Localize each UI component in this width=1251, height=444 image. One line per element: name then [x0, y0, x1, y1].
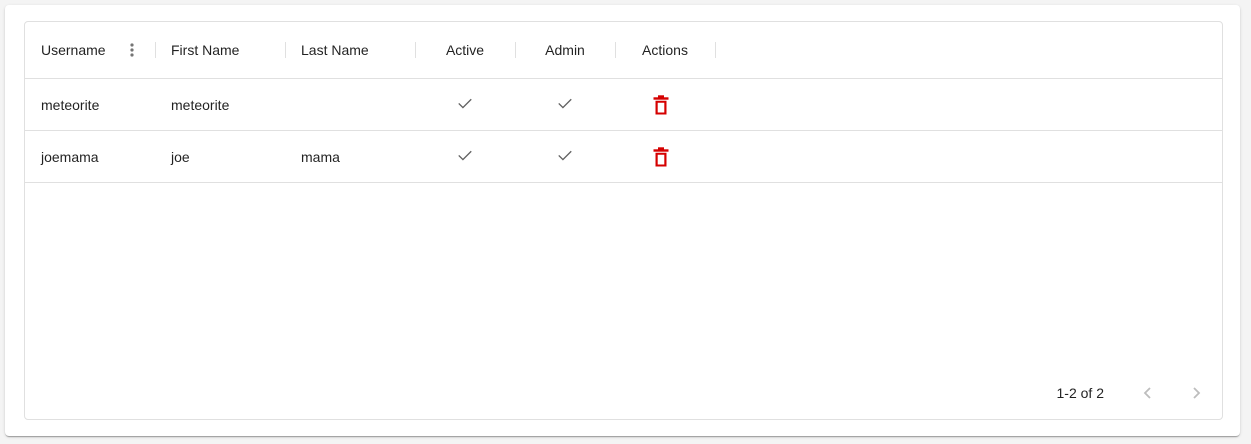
chevron-right-icon	[1188, 385, 1204, 401]
trash-icon	[653, 146, 669, 167]
column-header-actions[interactable]: Actions	[615, 22, 715, 78]
users-table-card: Username First Name Last Name Active Adm…	[5, 5, 1240, 436]
column-header-first-name[interactable]: First Name	[171, 22, 239, 78]
column-separator[interactable]	[715, 42, 716, 58]
next-page-button[interactable]	[1182, 379, 1210, 407]
cell-first-name: joe	[171, 148, 190, 165]
check-icon	[555, 145, 575, 168]
grid-header: Username First Name Last Name Active Adm…	[25, 22, 1222, 79]
previous-page-button[interactable]	[1134, 379, 1162, 407]
column-separator[interactable]	[285, 42, 286, 58]
cell-username: joemama	[41, 148, 99, 165]
cell-username: meteorite	[41, 96, 100, 113]
cell-admin	[515, 131, 615, 182]
pagination-range: 1-2 of 2	[1056, 385, 1104, 401]
cell-actions	[615, 131, 707, 182]
cell-first-name: meteorite	[171, 96, 230, 113]
more-vert-icon[interactable]	[127, 42, 137, 58]
column-header-active[interactable]: Active	[415, 22, 515, 78]
check-icon	[455, 145, 475, 168]
column-header-admin[interactable]: Admin	[515, 22, 615, 78]
cell-admin	[515, 79, 615, 130]
column-header-label: Last Name	[301, 42, 369, 58]
check-icon	[555, 93, 575, 116]
cell-last-name: mama	[301, 148, 340, 165]
column-header-label: Admin	[545, 42, 585, 58]
table-row[interactable]: meteorite meteorite	[25, 79, 1222, 131]
cell-active	[415, 79, 515, 130]
column-header-last-name[interactable]: Last Name	[301, 22, 369, 78]
column-header-label: Username	[41, 42, 106, 58]
cell-actions	[615, 79, 707, 130]
grid-footer: 1-2 of 2	[25, 367, 1222, 419]
users-data-grid: Username First Name Last Name Active Adm…	[24, 21, 1223, 420]
delete-button[interactable]	[653, 146, 669, 167]
column-header-label: Active	[445, 42, 485, 58]
trash-icon	[653, 94, 669, 115]
column-header-username[interactable]: Username	[41, 22, 106, 78]
table-row[interactable]: joemama joe mama	[25, 131, 1222, 183]
column-separator[interactable]	[155, 42, 156, 58]
delete-button[interactable]	[653, 94, 669, 115]
column-header-label: Actions	[642, 42, 688, 58]
chevron-left-icon	[1140, 385, 1156, 401]
cell-active	[415, 131, 515, 182]
check-icon	[455, 93, 475, 116]
column-header-label: First Name	[171, 42, 240, 58]
